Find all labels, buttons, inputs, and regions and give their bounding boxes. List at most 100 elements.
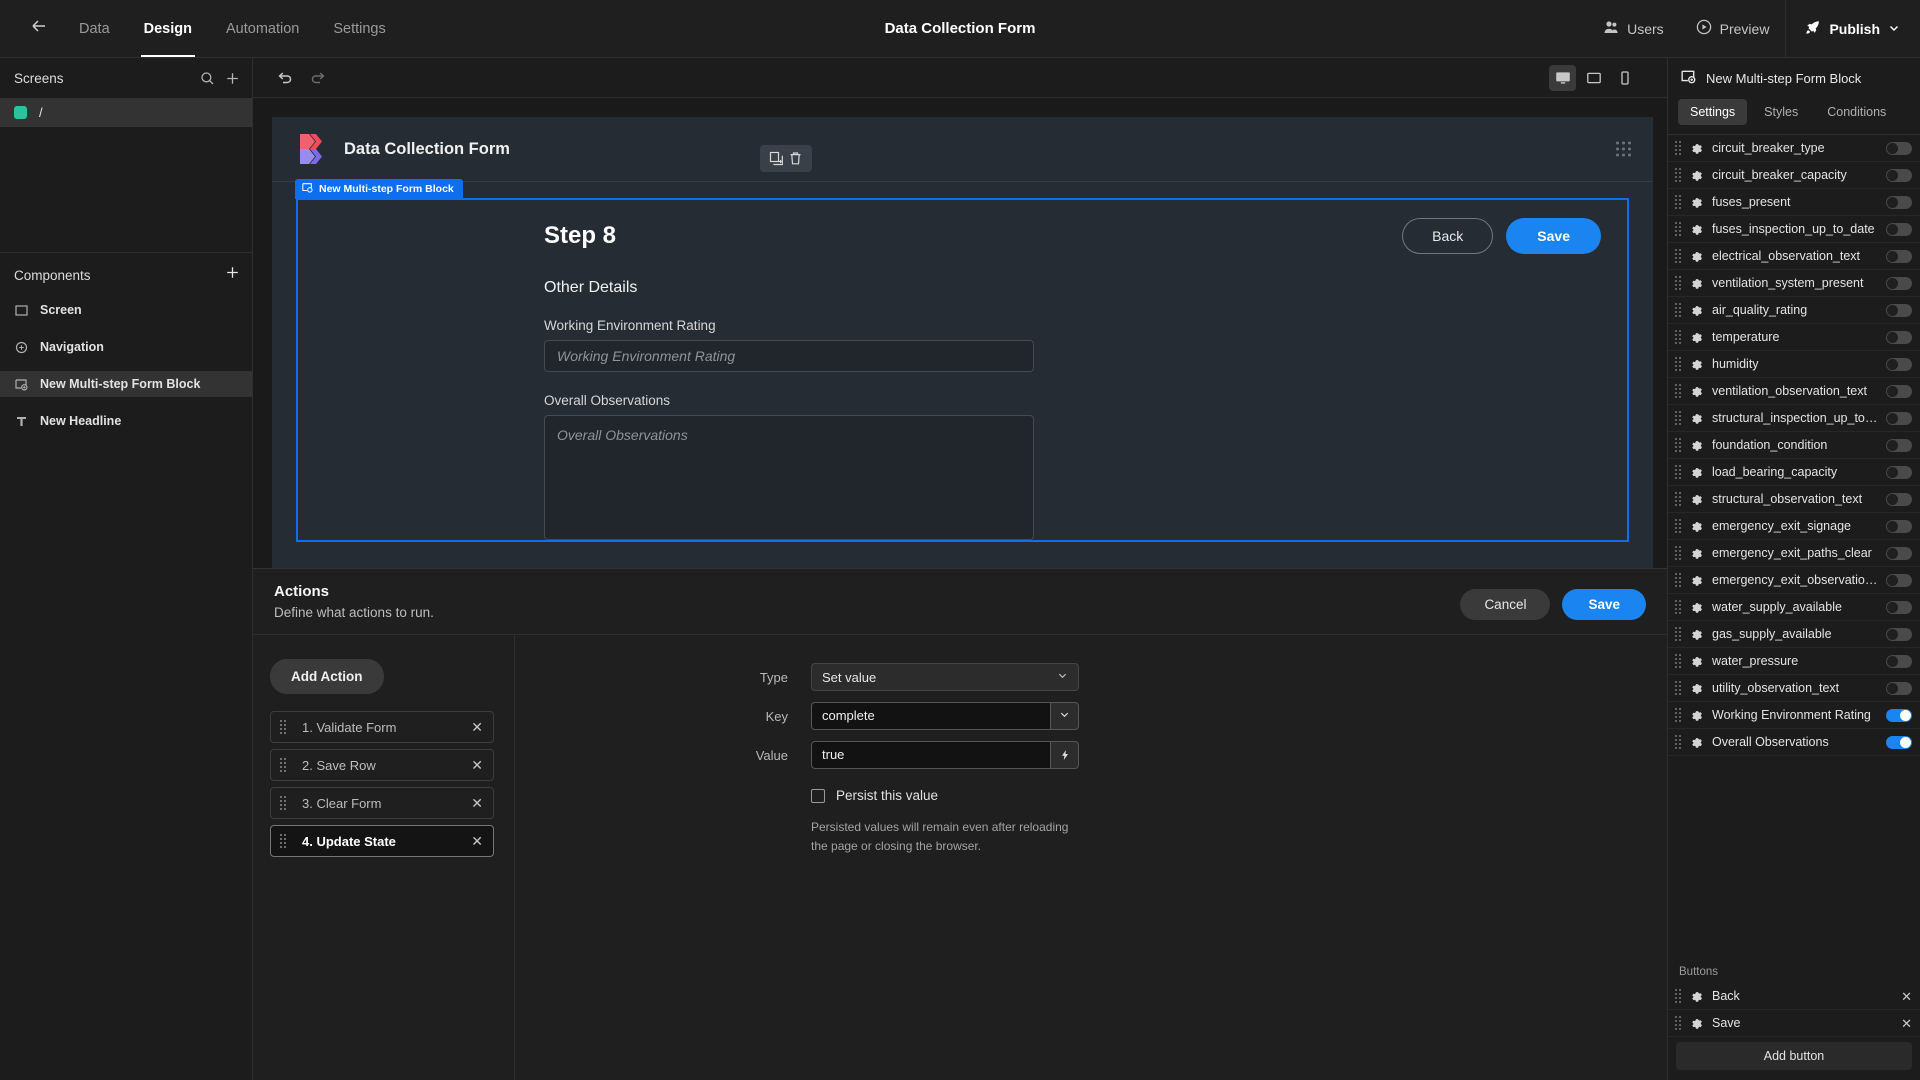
- gear-icon[interactable]: [1690, 601, 1703, 614]
- gear-icon[interactable]: [1690, 304, 1703, 317]
- field-list-item[interactable]: ventilation_system_present: [1668, 270, 1920, 297]
- remove-button-icon[interactable]: ✕: [1901, 990, 1912, 1003]
- field-list-item[interactable]: gas_supply_available: [1668, 621, 1920, 648]
- drag-handle-icon[interactable]: [280, 834, 286, 848]
- drag-handle[interactable]: [1616, 141, 1631, 157]
- gear-icon[interactable]: [1690, 655, 1703, 668]
- drag-handle-icon[interactable]: [1675, 222, 1681, 236]
- gear-icon[interactable]: [1690, 574, 1703, 587]
- field-visibility-toggle[interactable]: [1886, 465, 1912, 479]
- drag-handle-icon[interactable]: [1675, 168, 1681, 182]
- gear-icon[interactable]: [1690, 412, 1703, 425]
- field-visibility-toggle[interactable]: [1886, 735, 1912, 749]
- gear-icon[interactable]: [1690, 250, 1703, 263]
- value-input[interactable]: true: [811, 741, 1050, 769]
- field-visibility-toggle[interactable]: [1886, 573, 1912, 587]
- field-list-item[interactable]: emergency_exit_observatio…: [1668, 567, 1920, 594]
- drag-handle-icon[interactable]: [1675, 330, 1681, 344]
- field-visibility-toggle[interactable]: [1886, 438, 1912, 452]
- field-list-item[interactable]: fuses_inspection_up_to_date: [1668, 216, 1920, 243]
- drag-handle-icon[interactable]: [1675, 438, 1681, 452]
- drag-handle-icon[interactable]: [1675, 303, 1681, 317]
- component-item-navigation[interactable]: Navigation: [0, 334, 252, 360]
- field-visibility-toggle[interactable]: [1886, 168, 1912, 182]
- component-item-multistep-form-block[interactable]: New Multi-step Form Block: [0, 371, 252, 397]
- field-list-item[interactable]: structural_inspection_up_to…: [1668, 405, 1920, 432]
- drag-handle-icon[interactable]: [1675, 465, 1681, 479]
- redo-button[interactable]: [301, 63, 335, 93]
- nav-tab-settings[interactable]: Settings: [316, 0, 402, 57]
- field-list-item[interactable]: Working Environment Rating: [1668, 702, 1920, 729]
- gear-icon[interactable]: [1690, 196, 1703, 209]
- add-screen-icon[interactable]: [225, 71, 240, 86]
- action-item-validate-form[interactable]: 1. Validate Form ✕: [270, 711, 494, 743]
- gear-icon[interactable]: [1690, 439, 1703, 452]
- gear-icon[interactable]: [1690, 990, 1703, 1003]
- field-list-item[interactable]: circuit_breaker_capacity: [1668, 162, 1920, 189]
- field-visibility-toggle[interactable]: [1886, 492, 1912, 506]
- component-item-screen[interactable]: Screen: [0, 297, 252, 323]
- overall-observations-textarea[interactable]: Overall Observations: [544, 415, 1034, 540]
- tab-settings[interactable]: Settings: [1678, 99, 1748, 125]
- field-visibility-toggle[interactable]: [1886, 195, 1912, 209]
- remove-button-icon[interactable]: ✕: [1901, 1017, 1912, 1030]
- field-visibility-toggle[interactable]: [1886, 222, 1912, 236]
- component-item-headline[interactable]: New Headline: [0, 408, 252, 434]
- drag-handle-icon[interactable]: [1675, 735, 1681, 749]
- field-list-item[interactable]: structural_observation_text: [1668, 486, 1920, 513]
- field-visibility-toggle[interactable]: [1886, 627, 1912, 641]
- key-dropdown-button[interactable]: [1050, 702, 1079, 730]
- persist-checkbox[interactable]: [811, 788, 825, 803]
- field-list-item[interactable]: fuses_present: [1668, 189, 1920, 216]
- field-visibility-toggle[interactable]: [1886, 411, 1912, 425]
- form-save-button[interactable]: Save: [1506, 218, 1601, 254]
- field-list-item[interactable]: air_quality_rating: [1668, 297, 1920, 324]
- drag-handle-icon[interactable]: [1675, 654, 1681, 668]
- drag-handle-icon[interactable]: [1675, 1016, 1681, 1030]
- gear-icon[interactable]: [1690, 709, 1703, 722]
- add-component-icon[interactable]: [225, 265, 240, 285]
- field-list-item[interactable]: emergency_exit_signage: [1668, 513, 1920, 540]
- drag-handle-icon[interactable]: [1675, 600, 1681, 614]
- field-list-item[interactable]: water_pressure: [1668, 648, 1920, 675]
- drag-handle-icon[interactable]: [1675, 546, 1681, 560]
- gear-icon[interactable]: [1690, 736, 1703, 749]
- field-list-item[interactable]: emergency_exit_paths_clear: [1668, 540, 1920, 567]
- field-visibility-toggle[interactable]: [1886, 654, 1912, 668]
- drag-handle-icon[interactable]: [1675, 573, 1681, 587]
- field-list-item[interactable]: temperature: [1668, 324, 1920, 351]
- drag-handle-icon[interactable]: [1675, 141, 1681, 155]
- drag-handle-icon[interactable]: [1675, 989, 1681, 1003]
- form-back-button[interactable]: Back: [1402, 218, 1494, 254]
- undo-button[interactable]: [267, 63, 301, 93]
- gear-icon[interactable]: [1690, 169, 1703, 182]
- duplicate-icon[interactable]: [769, 151, 784, 166]
- drag-handle-icon[interactable]: [1675, 681, 1681, 695]
- gear-icon[interactable]: [1690, 466, 1703, 479]
- field-list-item[interactable]: water_supply_available: [1668, 594, 1920, 621]
- remove-action-icon[interactable]: ✕: [471, 796, 483, 810]
- preview-button[interactable]: Preview: [1680, 19, 1786, 38]
- users-button[interactable]: Users: [1587, 19, 1680, 38]
- field-visibility-toggle[interactable]: [1886, 519, 1912, 533]
- field-visibility-toggle[interactable]: [1886, 357, 1912, 371]
- working-environment-rating-input[interactable]: Working Environment Rating: [544, 340, 1034, 372]
- field-visibility-toggle[interactable]: [1886, 141, 1912, 155]
- delete-icon[interactable]: [788, 151, 803, 166]
- nav-tab-automation[interactable]: Automation: [209, 0, 316, 57]
- button-list-item[interactable]: Save ✕: [1668, 1010, 1920, 1037]
- field-list-item[interactable]: load_bearing_capacity: [1668, 459, 1920, 486]
- multistep-form-block[interactable]: Step 8 Back Save Other Details Working E…: [296, 198, 1629, 542]
- mobile-icon[interactable]: [1611, 65, 1638, 91]
- gear-icon[interactable]: [1690, 628, 1703, 641]
- drag-handle-icon[interactable]: [1675, 627, 1681, 641]
- gear-icon[interactable]: [1690, 331, 1703, 344]
- field-list-item[interactable]: ventilation_observation_text: [1668, 378, 1920, 405]
- gear-icon[interactable]: [1690, 547, 1703, 560]
- gear-icon[interactable]: [1690, 142, 1703, 155]
- field-list-item[interactable]: foundation_condition: [1668, 432, 1920, 459]
- actions-cancel-button[interactable]: Cancel: [1460, 589, 1551, 620]
- tab-styles[interactable]: Styles: [1752, 99, 1810, 125]
- gear-icon[interactable]: [1690, 385, 1703, 398]
- field-visibility-toggle[interactable]: [1886, 708, 1912, 722]
